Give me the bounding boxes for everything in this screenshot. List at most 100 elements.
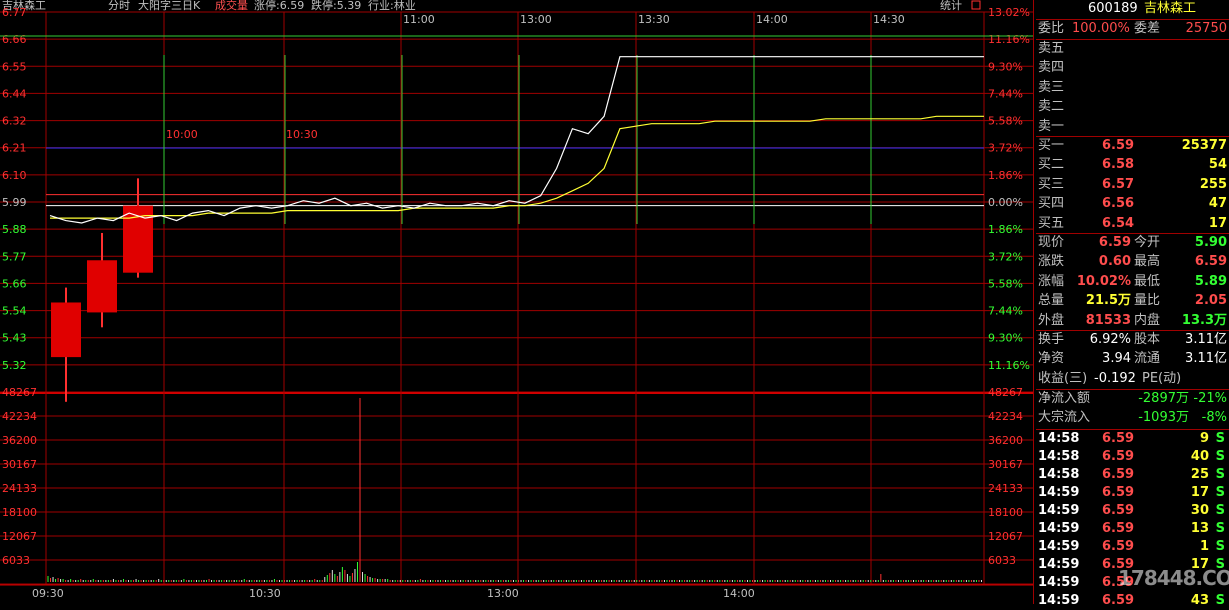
percent-tick-label: 0.00% [988, 196, 1023, 209]
volume-tick-label: 48267 [2, 386, 37, 399]
price-tick-label: 5.43 [2, 332, 27, 345]
tick-side: S [1215, 539, 1225, 554]
sell-level-row: 卖五 [1036, 40, 1229, 58]
quote-value: 6.59 [1194, 254, 1227, 270]
limit-up-label: 涨停:6.59 [254, 0, 304, 12]
quote-value: 5.89 [1194, 273, 1227, 289]
percent-tick-label: 9.30% [988, 332, 1023, 345]
buy-level-price: 6.57 [1102, 176, 1135, 192]
info-label: 换手 [1038, 332, 1065, 347]
volume-tick-label: 12067 [2, 530, 37, 543]
bottom-time-label: 09:30 [32, 587, 64, 600]
volume-tick-label: 18100 [988, 506, 1023, 519]
quote-row: 涨跌 0.60 最高 6.59 [1036, 253, 1229, 271]
quote-row: 涨幅 10.02% 最低 5.89 [1036, 273, 1229, 291]
percent-tick-label: 3.72% [988, 142, 1023, 155]
info-label: 股本 [1134, 332, 1161, 347]
flow-percent: -8% [1201, 410, 1227, 426]
top-time-label: 14:00 [756, 13, 788, 26]
quote-label: 今开 [1134, 235, 1161, 250]
tick-volume: 9 [1199, 431, 1209, 446]
volume-tick-label: 24133 [2, 482, 37, 495]
limit-down-label: 跌停:5.39 [311, 0, 361, 12]
buy-level-price: 6.58 [1102, 157, 1135, 173]
weibi-row: 委比 100.00% 委差 25750 [1036, 20, 1229, 38]
price-tick-label: 5.99 [2, 196, 27, 209]
industry-label: 行业:林业 [368, 0, 416, 12]
tick-row: 14:59 6.59 43 S [1036, 592, 1229, 610]
sell-level-label: 卖二 [1038, 99, 1065, 115]
sell-level-row: 卖三 [1036, 79, 1229, 97]
tick-time: 14:59 [1038, 521, 1080, 536]
tick-volume: 40 [1190, 449, 1209, 464]
volume-tick-label: 6033 [2, 554, 30, 567]
price-tick-label: 6.10 [2, 169, 27, 182]
tick-price: 6.59 [1102, 521, 1135, 536]
info-value: 3.94 [1102, 351, 1131, 367]
tick-time: 14:58 [1038, 467, 1080, 482]
panel-divider [1033, 0, 1034, 604]
buy-level-volume: 255 [1199, 176, 1227, 192]
quote-label: 涨幅 [1038, 273, 1065, 289]
intraday-chart[interactable]: 吉林森工 分时 大阳字三日K 成交量 涨停:6.59 跌停:5.39 行业:林业… [0, 0, 1034, 604]
tick-time: 14:59 [1038, 485, 1080, 500]
tick-price: 6.59 [1102, 431, 1135, 446]
tick-price: 6.59 [1102, 449, 1135, 464]
tick-row: 14:58 6.59 40 S [1036, 448, 1229, 466]
quote-label: 现价 [1038, 235, 1065, 250]
quote-row: 现价 6.59 今开 5.90 [1036, 234, 1229, 252]
top-time-label: 13:30 [638, 13, 670, 26]
top-time-label: 11:00 [403, 13, 435, 26]
price-tick-label: 6.44 [2, 87, 27, 100]
percent-tick-label: 5.58% [988, 115, 1023, 128]
quote-row: 总量 21.5万 量比 2.05 [1036, 292, 1229, 310]
weibi-label: 委比 [1038, 21, 1065, 36]
info-label: 流通 [1134, 351, 1161, 367]
quote-label: 最低 [1134, 273, 1161, 289]
buy-level-row: 买四 6.56 47 [1036, 195, 1229, 213]
quote-value: 6.59 [1098, 235, 1131, 250]
mode-label: 分时 [108, 0, 130, 12]
sell-level-label: 卖五 [1038, 41, 1065, 56]
info-value: 3.11亿 [1185, 351, 1227, 367]
top-time-label: 14:30 [873, 13, 905, 26]
quote-value: 5.90 [1194, 235, 1227, 250]
quote-row: 外盘 81533 内盘 13.3万 [1036, 312, 1229, 330]
volume-tick-label: 24133 [988, 482, 1023, 495]
volume-tick-label: 42234 [988, 410, 1023, 423]
quote-label: 量比 [1134, 293, 1161, 309]
tick-volume: 43 [1190, 593, 1209, 608]
volume-tick-label: 6033 [988, 554, 1016, 567]
sell-level-label: 卖一 [1038, 118, 1065, 134]
buy-level-label: 买四 [1038, 196, 1065, 212]
tick-time: 14:58 [1038, 431, 1080, 446]
tick-row: 14:59 6.59 30 S [1036, 502, 1229, 520]
buy-level-row: 买一 6.59 25377 [1036, 137, 1229, 155]
buy-level-price: 6.56 [1102, 196, 1135, 212]
volume-tick-label: 18100 [2, 506, 37, 519]
panel-header: 600189 吉林森工 [1036, 0, 1229, 18]
tick-row: 14:59 6.59 17 S [1036, 484, 1229, 502]
price-tick-label: 5.77 [2, 250, 27, 263]
stats-button[interactable]: 统计 [940, 0, 962, 12]
pattern-label: 大阳字三日K [138, 0, 201, 12]
volume-label[interactable]: 成交量 [215, 0, 248, 12]
tick-side: S [1215, 467, 1225, 482]
percent-tick-label: 11.16% [988, 359, 1030, 372]
flow-label: 净流入额 [1038, 391, 1091, 406]
price-tick-label: 6.66 [2, 33, 27, 46]
candle-body [87, 260, 117, 313]
percent-tick-label: 5.58% [988, 277, 1023, 290]
price-tick-label: 6.77 [2, 6, 27, 19]
flow-label: 大宗流入 [1038, 410, 1091, 426]
quote-value: 0.60 [1098, 254, 1131, 270]
tick-price: 6.59 [1102, 485, 1135, 500]
watermark: 178448.COM [1118, 566, 1229, 590]
tick-side: S [1215, 521, 1225, 536]
bottom-time-label: 10:30 [249, 587, 281, 600]
stock-name: 吉林森工 [1144, 1, 1197, 16]
tick-row: 14:59 6.59 1 S [1036, 538, 1229, 556]
tick-price: 6.59 [1102, 503, 1135, 518]
volume-tick-label: 48267 [988, 386, 1023, 399]
volume-tick-label: 12067 [988, 530, 1023, 543]
